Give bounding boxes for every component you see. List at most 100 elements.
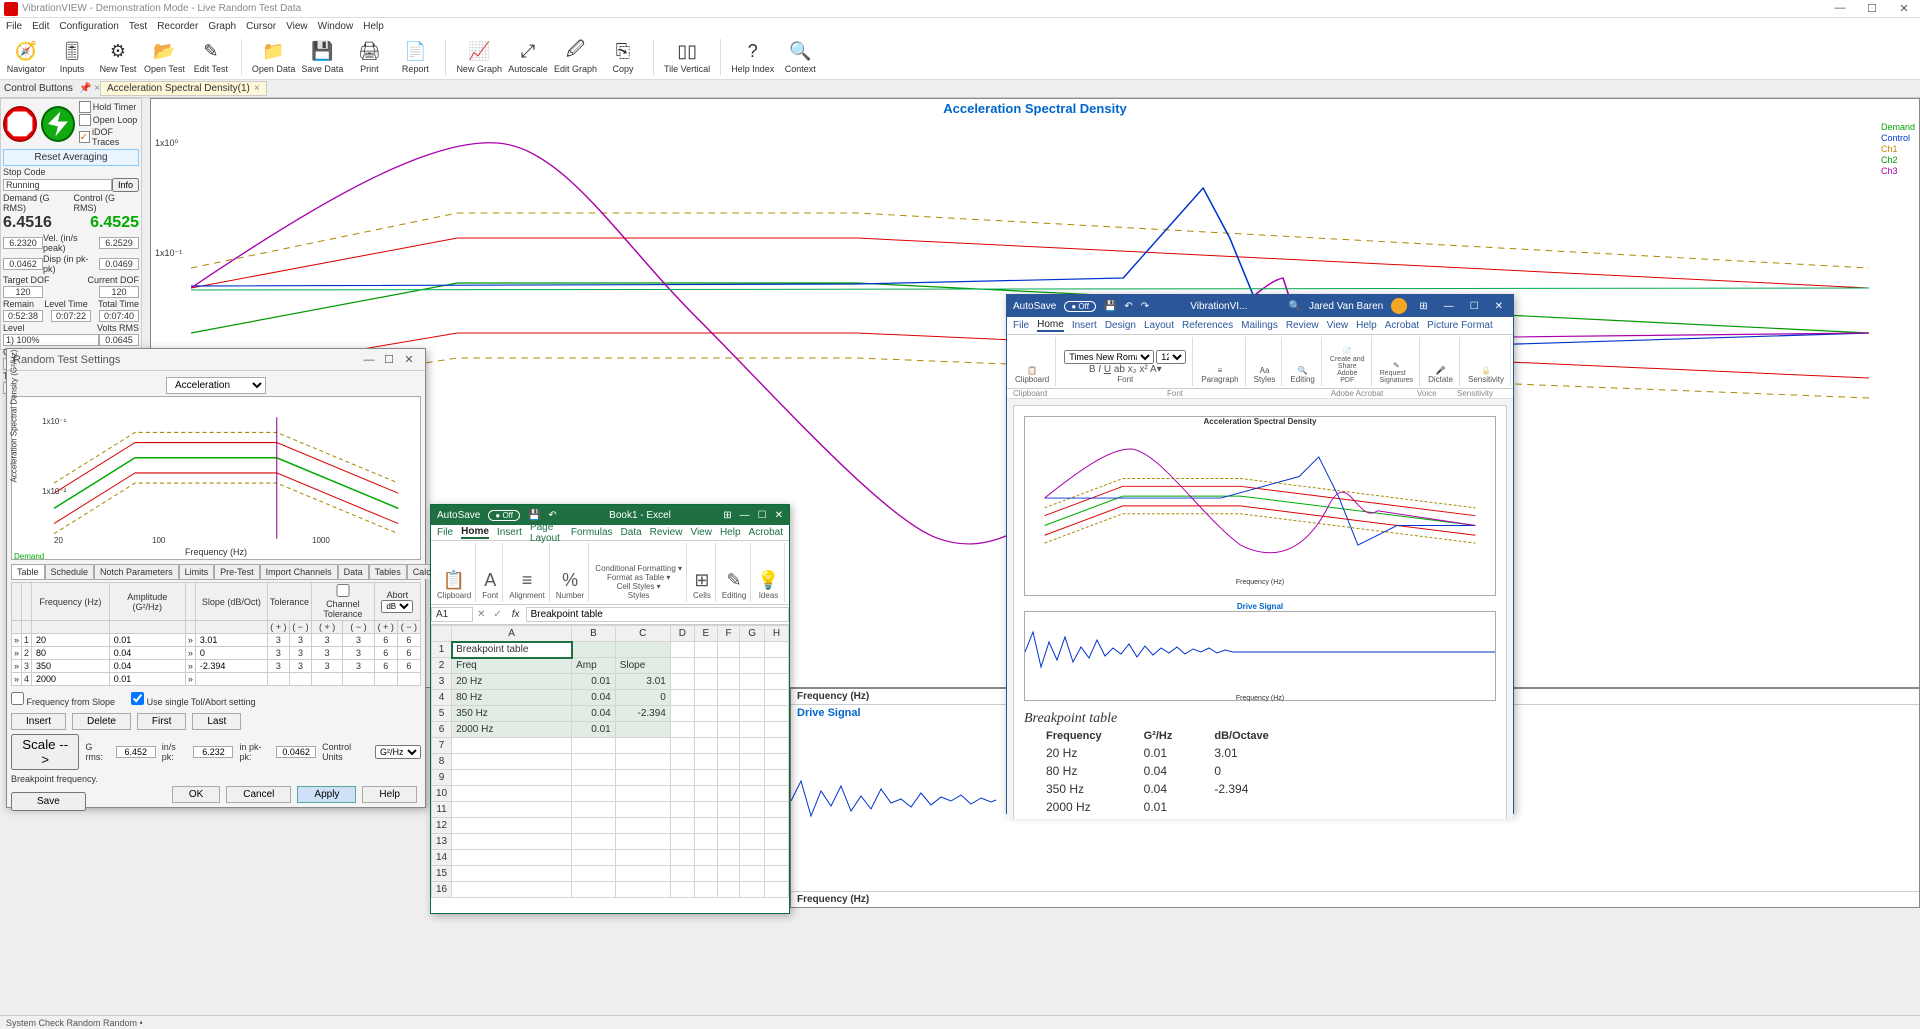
excel-cell-B8[interactable] [572, 754, 616, 770]
excel-cell-E2[interactable] [694, 658, 717, 674]
excel-fx-icon[interactable]: fx [506, 609, 526, 620]
excel-cell-F7[interactable] [717, 738, 739, 754]
word-ribbon-mode[interactable]: ⊞ [1415, 301, 1431, 312]
toolbar-inputs[interactable]: 🎚Inputs [52, 36, 92, 78]
excel-cell-E14[interactable] [694, 850, 717, 866]
excel-menu-file[interactable]: File [437, 527, 453, 538]
excel-cell-E13[interactable] [694, 834, 717, 850]
excel-cell-B16[interactable] [572, 882, 616, 898]
rts-slope-3[interactable] [198, 661, 265, 671]
excel-cell-C7[interactable] [615, 738, 670, 754]
excel-cell-H9[interactable] [765, 770, 789, 786]
rts-delete-button[interactable]: Delete [72, 713, 131, 730]
excel-cell-F2[interactable] [717, 658, 739, 674]
rts-cancel-button[interactable]: Cancel [226, 786, 291, 803]
excel-cell-A5[interactable]: 350 Hz [452, 706, 572, 722]
toolbar-copy[interactable]: ⎘Copy [603, 36, 643, 78]
excel-menu-formulas[interactable]: Formulas [571, 527, 613, 538]
excel-cell-F8[interactable] [717, 754, 739, 770]
excel-cell-H6[interactable] [765, 722, 789, 738]
open-loop-check[interactable] [79, 114, 91, 126]
excel-cell-D5[interactable] [670, 706, 694, 722]
excel-cell-A11[interactable] [452, 802, 572, 818]
tab-close-icon[interactable]: × [254, 83, 260, 94]
idof-check[interactable] [79, 131, 90, 143]
rts-close[interactable]: ✕ [399, 353, 419, 366]
excel-ribbon-ideas[interactable]: 💡Ideas [753, 543, 784, 602]
excel-cell-B15[interactable] [572, 866, 616, 882]
excel-cell-A6[interactable]: 2000 Hz [452, 722, 572, 738]
excel-cell-C8[interactable] [615, 754, 670, 770]
toolbar-opentest[interactable]: 📂Open Test [144, 36, 185, 78]
word-menu-file[interactable]: File [1013, 320, 1029, 331]
excel-ribbon-cells[interactable]: ⊞Cells [689, 543, 716, 602]
menu-cursor[interactable]: Cursor [246, 21, 276, 32]
rts-freq-from-slope[interactable]: Frequency from Slope [11, 692, 115, 707]
toolbar-autoscale[interactable]: ⤢Autoscale [508, 36, 548, 78]
menu-graph[interactable]: Graph [208, 21, 236, 32]
excel-cell-A10[interactable] [452, 786, 572, 802]
word-menu-review[interactable]: Review [1286, 320, 1319, 331]
maximize-button[interactable]: ☐ [1860, 2, 1884, 15]
word-menu-view[interactable]: View [1327, 320, 1349, 331]
word-search-icon[interactable]: 🔍 [1288, 301, 1300, 312]
word-ribbon-adobe-sign[interactable]: ✎Request Signatures [1374, 337, 1420, 386]
rts-tab-7[interactable]: Tables [369, 564, 407, 579]
excel-cell-A3[interactable]: 20 Hz [452, 674, 572, 690]
rts-apply-button[interactable]: Apply [297, 786, 356, 803]
toolbar-print[interactable]: 🖨Print [349, 36, 389, 78]
excel-minimize[interactable]: — [740, 510, 750, 521]
excel-cell-A7[interactable] [452, 738, 572, 754]
rts-chart[interactable]: Acceleration Spectral Density (G²/Hz) 1x… [11, 396, 421, 560]
excel-cell-D6[interactable] [670, 722, 694, 738]
excel-ribbon-styles[interactable]: Conditional Formatting ▾Format as Table … [591, 543, 687, 602]
toolbar-edittest[interactable]: ✎Edit Test [191, 36, 231, 78]
excel-cell-G6[interactable] [740, 722, 765, 738]
excel-cell-A4[interactable]: 80 Hz [452, 690, 572, 706]
excel-cell-F11[interactable] [717, 802, 739, 818]
rts-freq-3[interactable] [34, 661, 107, 671]
excel-ribbon-editing[interactable]: ✎Editing [718, 543, 751, 602]
excel-cell-F10[interactable] [717, 786, 739, 802]
excel-cell-C4[interactable]: 0 [615, 690, 670, 706]
excel-cell-C12[interactable] [615, 818, 670, 834]
excel-cell-D7[interactable] [670, 738, 694, 754]
excel-cell-H5[interactable] [765, 706, 789, 722]
excel-cell-G1[interactable] [740, 642, 765, 658]
word-redo-icon[interactable]: ↷ [1141, 301, 1149, 312]
menu-recorder[interactable]: Recorder [157, 21, 198, 32]
rts-grms-input[interactable] [116, 746, 156, 758]
excel-ribbon-number[interactable]: %Number [552, 543, 589, 602]
word-menu-mailings[interactable]: Mailings [1241, 320, 1278, 331]
word-menu-design[interactable]: Design [1105, 320, 1136, 331]
excel-cell-A13[interactable] [452, 834, 572, 850]
toolbar-report[interactable]: 📄Report [395, 36, 435, 78]
excel-cell-D4[interactable] [670, 690, 694, 706]
excel-cell-D10[interactable] [670, 786, 694, 802]
rts-tab-2[interactable]: Notch Parameters [94, 564, 179, 579]
word-menu-references[interactable]: References [1182, 320, 1233, 331]
excel-ribbon-clipboard[interactable]: 📋Clipboard [433, 543, 476, 602]
word-font-select[interactable]: Times New Roman [1064, 350, 1154, 364]
word-menu-acrobat[interactable]: Acrobat [1385, 320, 1419, 331]
rts-save-button[interactable]: Save [11, 792, 86, 811]
excel-formula-input[interactable] [526, 607, 789, 622]
word-ribbon-paragraph[interactable]: ≡Paragraph [1195, 337, 1245, 386]
excel-cell-B2[interactable]: Amp [572, 658, 616, 674]
menu-file[interactable]: File [6, 21, 22, 32]
excel-cell-C6[interactable] [615, 722, 670, 738]
excel-cell-B5[interactable]: 0.04 [572, 706, 616, 722]
excel-ribbon-mode[interactable]: ⊞ [723, 510, 731, 521]
word-ribbon-font[interactable]: Times New Roman 12 B I U ab x₂ x² A▾ Fon… [1058, 337, 1193, 386]
excel-cell-A16[interactable] [452, 882, 572, 898]
excel-cell-F16[interactable] [717, 882, 739, 898]
excel-cell-G8[interactable] [740, 754, 765, 770]
excel-menu-acrobat[interactable]: Acrobat [749, 527, 783, 538]
excel-ribbon-alignment[interactable]: ≡Alignment [505, 543, 550, 602]
excel-cell-E11[interactable] [694, 802, 717, 818]
excel-cell-F1[interactable] [717, 642, 739, 658]
excel-cell-F13[interactable] [717, 834, 739, 850]
excel-cell-G15[interactable] [740, 866, 765, 882]
excel-cell-C14[interactable] [615, 850, 670, 866]
toolbar-opendata[interactable]: 📁Open Data [252, 36, 296, 78]
